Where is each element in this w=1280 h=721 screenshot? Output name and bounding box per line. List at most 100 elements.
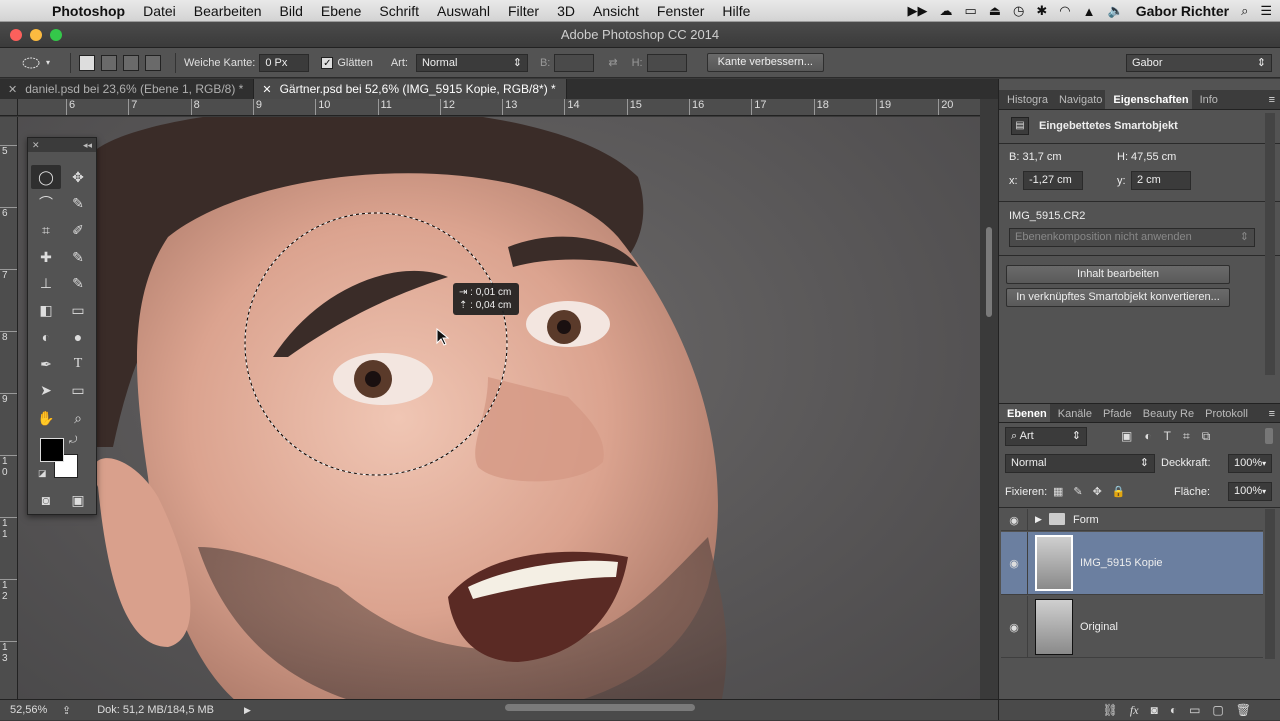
notification-icon[interactable]: ☰ [1260, 3, 1272, 19]
new-selection-icon[interactable] [79, 54, 95, 71]
layer-group-form[interactable]: ◉ ▶ Form [1001, 509, 1263, 531]
tab-beauty[interactable]: Beauty Re [1135, 404, 1197, 422]
tab-paths[interactable]: Pfade [1095, 404, 1135, 422]
antialias-checkbox[interactable]: ✓ [321, 56, 334, 69]
filter-type-icon[interactable]: T [1164, 429, 1171, 444]
export-icon[interactable]: ⇪ [62, 704, 71, 717]
collapse-icon[interactable]: ◂◂ [83, 138, 92, 152]
properties-scrollbar[interactable] [1265, 113, 1275, 375]
minimize-window-button[interactable] [30, 29, 42, 41]
history-brush-tool[interactable]: ✎ [63, 271, 93, 295]
horizontal-ruler[interactable]: 6 7 8 9 10 11 12 13 14 15 16 17 18 19 20 [18, 99, 980, 116]
vertical-ruler[interactable]: 5 6 7 8 9 1 0 1 1 1 2 1 3 [0, 117, 18, 699]
type-tool[interactable]: T [63, 352, 93, 376]
lock-all-icon[interactable]: 🔒 [1112, 485, 1126, 498]
layer-img5915-kopie[interactable]: ◉ IMG_5915 Kopie [1001, 532, 1263, 595]
convert-to-linked-button[interactable]: In verknüpftes Smartobjekt konvertieren.… [1006, 288, 1230, 307]
close-icon[interactable]: ✕ [32, 138, 40, 152]
default-colors-icon[interactable]: ◪ [38, 468, 47, 479]
filter-smart-icon[interactable]: ⧉ [1202, 429, 1211, 444]
zoom-window-button[interactable] [50, 29, 62, 41]
airplay-icon[interactable]: ⏏ [989, 3, 1001, 19]
display-icon[interactable]: ▭ [964, 3, 976, 19]
quick-selection-tool[interactable]: ✎ [63, 191, 93, 215]
eye-icon[interactable]: ◉ [1007, 557, 1021, 570]
adjustment-layer-icon[interactable]: ◐ [1170, 703, 1177, 717]
tab-properties[interactable]: Eigenschaften [1105, 90, 1192, 109]
close-tab-icon[interactable]: ✕ [8, 84, 17, 96]
tab-histogram[interactable]: Histogra [999, 90, 1051, 109]
menu-bild[interactable]: Bild [271, 3, 312, 19]
tab-daniel[interactable]: ✕ daniel.psd bei 23,6% (Ebene 1, RGB/8) * [0, 79, 255, 99]
zoom-level[interactable]: 52,56% [10, 704, 56, 716]
layer-original[interactable]: ◉ Original [1001, 596, 1263, 658]
link-layers-icon[interactable]: ⛓ [1103, 703, 1118, 717]
bluetooth-icon[interactable]: ✱ [1036, 3, 1047, 19]
scroll-thumb[interactable] [505, 704, 695, 711]
layer-comp-select[interactable]: Ebenenkomposition nicht anwenden ⇕ [1009, 228, 1255, 247]
path-selection-tool[interactable]: ➤ [31, 378, 61, 402]
feather-input[interactable]: 0 Px [259, 53, 310, 72]
new-group-icon[interactable]: ▭ [1189, 703, 1200, 717]
rectangle-tool[interactable]: ▭ [63, 378, 93, 402]
quick-mask-icon[interactable]: ◙ [31, 488, 61, 512]
foreground-color-swatch[interactable] [40, 438, 64, 462]
fill-input[interactable]: 100% ▾ [1228, 482, 1272, 501]
new-layer-icon[interactable]: ▢ [1212, 703, 1223, 717]
filter-toggle[interactable] [1265, 428, 1273, 444]
volume-icon[interactable]: 🔈 [1108, 3, 1124, 19]
screen-mode-icon[interactable]: ▣ [63, 488, 93, 512]
ellipse-marquee-tool[interactable]: ◯ [31, 165, 61, 189]
swap-colors-icon[interactable]: ⤾ [69, 435, 77, 446]
fx-icon[interactable]: fx [1130, 703, 1139, 718]
blend-mode-select[interactable]: Normal ⇕ [1005, 454, 1155, 473]
menu-fenster[interactable]: Fenster [648, 3, 713, 19]
stamp-tool[interactable]: ⊥ [31, 271, 61, 295]
pen-tool[interactable]: ✒ [31, 352, 61, 376]
horizontal-scrollbar[interactable] [280, 700, 980, 721]
wacom-icon[interactable]: ▶▶ [907, 3, 927, 19]
height-input[interactable] [646, 53, 687, 72]
intersect-selection-icon[interactable] [145, 54, 161, 71]
menu-ebene[interactable]: Ebene [312, 3, 370, 19]
eye-icon[interactable]: ◉ [1007, 621, 1021, 634]
workspace-select[interactable]: Gabor ⇕ [1126, 53, 1272, 72]
move-tool[interactable]: ✥ [63, 165, 93, 189]
tool-preset-picker[interactable]: ▾ [0, 57, 62, 69]
add-selection-icon[interactable] [101, 54, 117, 71]
brush-tool[interactable]: ✎ [63, 245, 93, 269]
eraser-tool[interactable]: ◧ [31, 298, 61, 322]
toolbox-header[interactable]: ✕ ◂◂ [28, 138, 96, 152]
menu-filter[interactable]: Filter [499, 3, 548, 19]
tab-history[interactable]: Protokoll [1197, 404, 1251, 422]
cloud-icon[interactable]: ☁ [939, 3, 952, 19]
scroll-thumb[interactable] [986, 227, 992, 317]
lock-position-icon[interactable]: ✥ [1093, 485, 1102, 498]
ruler-origin[interactable] [0, 99, 18, 116]
vertical-scrollbar[interactable] [980, 117, 998, 699]
spotlight-icon[interactable]: ⌕ [1241, 3, 1248, 19]
eject-icon[interactable]: ▲ [1083, 4, 1096, 19]
crop-tool[interactable]: ⌗ [31, 218, 61, 242]
x-input[interactable]: -1,27 cm [1023, 171, 1083, 190]
panel-menu-icon[interactable]: ≡ [1269, 404, 1275, 422]
lock-pixels-icon[interactable]: ✎ [1073, 485, 1082, 498]
opacity-input[interactable]: 100% ▾ [1228, 454, 1272, 473]
menu-auswahl[interactable]: Auswahl [428, 3, 499, 19]
eyedropper-tool[interactable]: ✐ [63, 218, 93, 242]
tab-info[interactable]: Info [1192, 90, 1221, 109]
document-canvas[interactable]: ⇥ : 0,01 cm ⇡ : 0,04 cm [18, 117, 980, 699]
expand-triangle-icon[interactable]: ▶ [1035, 514, 1042, 525]
dodge-tool[interactable]: ● [63, 325, 93, 349]
lock-transparency-icon[interactable]: ▦ [1053, 485, 1063, 498]
filter-shape-icon[interactable]: ⌗ [1183, 429, 1190, 444]
style-select[interactable]: Normal ⇕ [415, 53, 528, 72]
filter-pixel-icon[interactable]: ▣ [1121, 429, 1132, 444]
status-menu-icon[interactable]: ▶ [244, 705, 251, 716]
blur-tool[interactable]: ◐ [31, 325, 61, 349]
menu-schrift[interactable]: Schrift [370, 3, 428, 19]
tab-layers[interactable]: Ebenen [999, 404, 1050, 422]
panel-menu-icon[interactable]: ≡ [1269, 90, 1275, 109]
wifi-icon[interactable]: ◠ [1059, 3, 1070, 19]
layer-filter-select[interactable]: ⌕ Art ⇕ [1005, 427, 1087, 446]
